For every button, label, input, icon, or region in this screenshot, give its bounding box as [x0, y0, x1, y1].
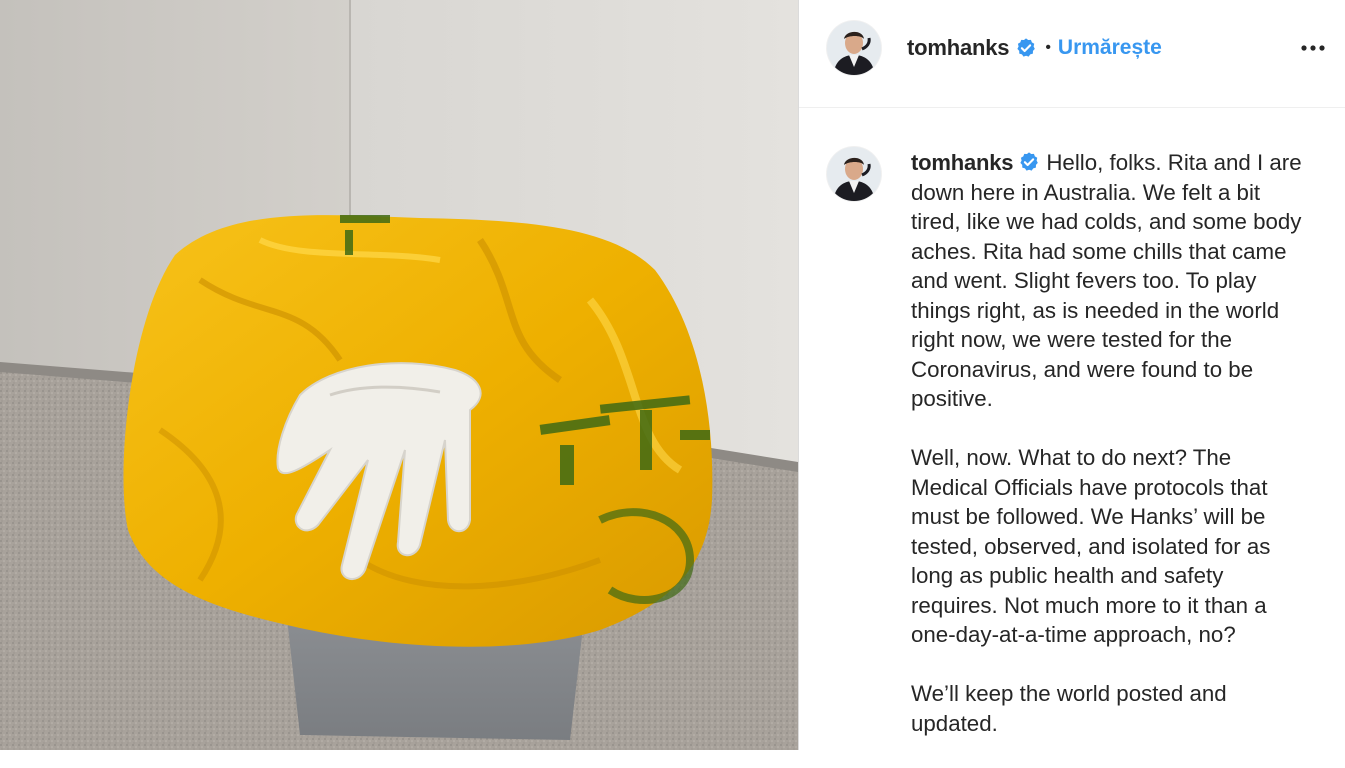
verified-badge-icon — [1015, 37, 1037, 59]
author-username[interactable]: tomhanks — [907, 35, 1010, 61]
more-horizontal-icon — [1301, 45, 1325, 51]
caption-paragraph: Well, now. What to do next? The Medical … — [911, 445, 1271, 647]
caption-paragraph: We’ll keep the world posted and updated. — [911, 681, 1227, 736]
caption-author-avatar[interactable] — [827, 147, 881, 201]
avatar-portrait-icon — [827, 21, 881, 75]
separator-dot: • — [1045, 39, 1051, 56]
caption-author-username[interactable]: tomhanks — [911, 150, 1014, 175]
post-caption: tomhanks Hello, folks. Rita and I are dow… — [911, 148, 1311, 768]
caption-text: Hello, folks. Rita and I are down here i… — [911, 150, 1302, 411]
follow-button[interactable]: Urmărește — [1058, 36, 1162, 60]
post-sidebar: tomhanks • Urmărește tomhanks Hello, fol… — [799, 0, 1345, 750]
verified-badge-icon — [1018, 151, 1040, 173]
post-photo-illustration — [0, 0, 798, 750]
header-author-row: tomhanks • Urmărește — [907, 33, 1162, 63]
more-options-button[interactable] — [1293, 30, 1333, 66]
avatar-portrait-icon — [827, 147, 881, 201]
post-header: tomhanks • Urmărește — [799, 0, 1345, 108]
author-avatar[interactable] — [827, 21, 881, 75]
post-photo[interactable] — [0, 0, 798, 750]
caption-paragraph: tomhanks Hello, folks. Rita and I are dow… — [911, 148, 1311, 414]
